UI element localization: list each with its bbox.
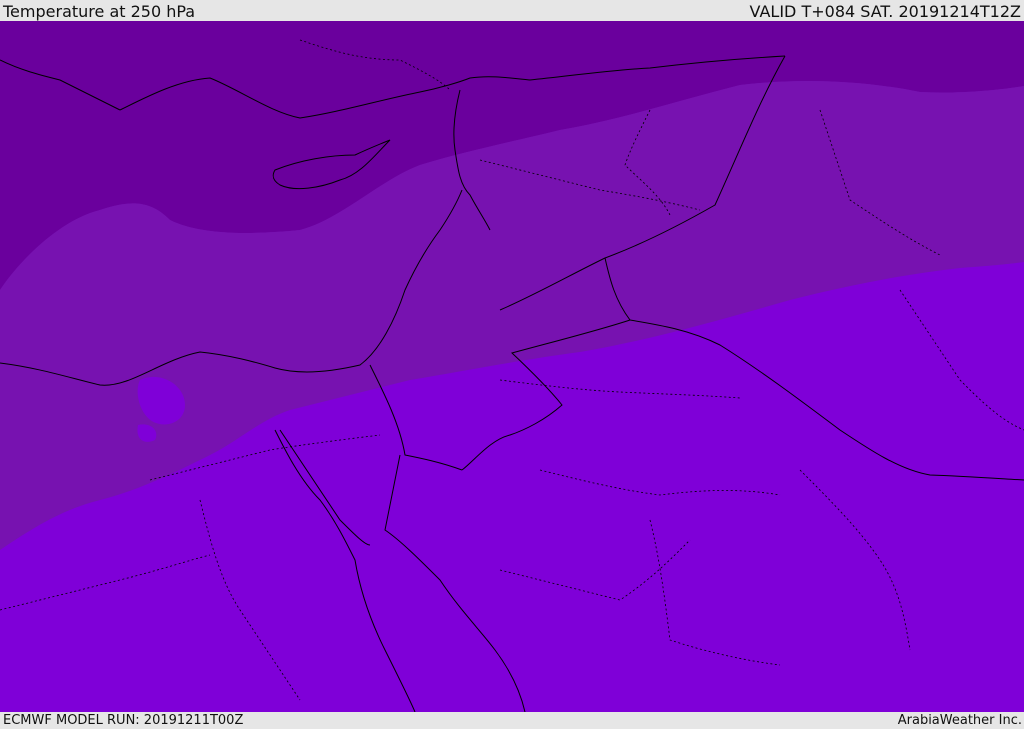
footer-bar: ECMWF MODEL RUN: 20191211T00Z ArabiaWeat… bbox=[0, 712, 1024, 729]
weather-map bbox=[0, 21, 1024, 712]
valid-time: VALID T+084 SAT. 20191214T12Z bbox=[749, 2, 1021, 21]
credit: ArabiaWeather Inc. bbox=[897, 713, 1022, 728]
model-run: ECMWF MODEL RUN: 20191211T00Z bbox=[3, 713, 244, 728]
header-bar: Temperature at 250 hPa VALID T+084 SAT. … bbox=[0, 0, 1024, 21]
map-title: Temperature at 250 hPa bbox=[3, 2, 196, 21]
